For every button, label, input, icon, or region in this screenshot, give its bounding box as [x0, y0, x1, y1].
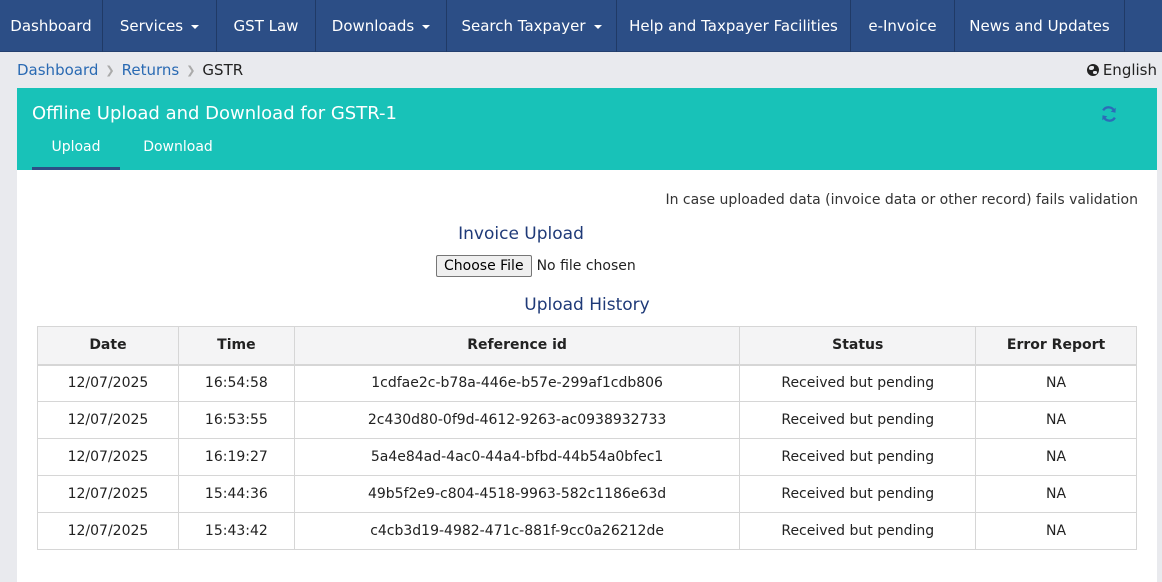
cell-time: 15:43:42 [177, 512, 295, 550]
breadcrumb: Dashboard ❯ Returns ❯ GSTR [17, 61, 243, 79]
upload-panel: Offline Upload and Download for GSTR-1 U… [17, 88, 1157, 582]
nav-help-label: Help and Taxpayer Facilities [629, 17, 838, 35]
cell-error-report: NA [975, 512, 1137, 550]
caret-down-icon [191, 25, 200, 29]
tab-upload[interactable]: Upload [32, 136, 120, 170]
file-input: Choose File No file chosen [436, 255, 636, 277]
column-header-time: Time [177, 326, 295, 365]
nav-services-label: Services [119, 17, 184, 35]
nav-news[interactable]: News and Updates [955, 0, 1125, 52]
nav-downloads[interactable]: Downloads [316, 0, 447, 52]
breadcrumb-returns[interactable]: Returns [122, 61, 180, 79]
cell-date: 12/07/2025 [37, 512, 179, 550]
cell-reference-id: 5a4e84ad-4ac0-44a4-bfbd-44b54a0bfec1 [293, 438, 741, 476]
top-navigation: Dashboard Services GST Law Downloads Sea… [0, 0, 1162, 52]
cell-status: Received but pending [739, 475, 977, 513]
column-header-reference-id: Reference id [293, 326, 741, 365]
cell-error-report: NA [975, 475, 1137, 513]
cell-date: 12/07/2025 [37, 401, 179, 439]
upload-history-table: Date Time Reference id Status Error Repo… [37, 326, 1137, 550]
caret-down-icon [422, 25, 431, 29]
cell-time: 16:19:27 [177, 438, 295, 476]
table-row: 12/07/2025 15:44:36 49b5f2e9-c804-4518-9… [37, 475, 1137, 513]
upload-history-title: Upload History [524, 295, 650, 315]
cell-date: 12/07/2025 [37, 438, 179, 476]
cell-status: Received but pending [739, 512, 977, 550]
cell-status: Received but pending [739, 438, 977, 476]
validation-note: In case uploaded data (invoice data or o… [665, 192, 1138, 208]
table-row: 12/07/2025 16:53:55 2c430d80-0f9d-4612-9… [37, 401, 1137, 439]
nav-help[interactable]: Help and Taxpayer Facilities [617, 0, 851, 52]
nav-dashboard-label: Dashboard [10, 17, 92, 35]
cell-error-report: NA [975, 401, 1137, 439]
cell-error-report: NA [975, 438, 1137, 476]
invoice-upload-title: Invoice Upload [458, 224, 584, 244]
breadcrumb-current: GSTR [202, 61, 244, 79]
cell-reference-id: 1cdfae2c-b78a-446e-b57e-299af1cdb806 [293, 364, 741, 402]
cell-error-report: NA [975, 364, 1137, 402]
language-label: English [1102, 61, 1157, 79]
nav-einvoice[interactable]: e-Invoice [851, 0, 955, 52]
cell-time: 15:44:36 [177, 475, 295, 513]
page-title: Offline Upload and Download for GSTR-1 [32, 103, 397, 124]
cell-reference-id: c4cb3d19-4982-471c-881f-9cc0a26212de [293, 512, 741, 550]
file-status: No file chosen [536, 258, 636, 274]
panel-header: Offline Upload and Download for GSTR-1 U… [17, 88, 1157, 170]
nav-search-taxpayer[interactable]: Search Taxpayer [447, 0, 617, 52]
cell-status: Received but pending [739, 401, 977, 439]
nav-downloads-label: Downloads [331, 17, 415, 35]
cell-reference-id: 2c430d80-0f9d-4612-9263-ac0938932733 [293, 401, 741, 439]
cell-date: 12/07/2025 [37, 475, 179, 513]
table-row: 12/07/2025 16:19:27 5a4e84ad-4ac0-44a4-b… [37, 438, 1137, 476]
globe-icon [1086, 64, 1099, 76]
nav-search-taxpayer-label: Search Taxpayer [461, 17, 586, 35]
table-header-row: Date Time Reference id Status Error Repo… [37, 326, 1137, 365]
cell-reference-id: 49b5f2e9-c804-4518-9963-582c1186e63d [293, 475, 741, 513]
column-header-date: Date [37, 326, 179, 365]
cell-status: Received but pending [739, 364, 977, 402]
choose-file-button[interactable]: Choose File [436, 255, 532, 277]
chevron-right-icon: ❯ [105, 63, 115, 77]
language-selector[interactable]: English [1086, 61, 1157, 79]
nav-services[interactable]: Services [103, 0, 217, 52]
cell-time: 16:54:58 [177, 364, 295, 402]
nav-gst-law[interactable]: GST Law [217, 0, 316, 52]
caret-down-icon [593, 25, 602, 29]
table-row: 12/07/2025 16:54:58 1cdfae2c-b78a-446e-b… [37, 364, 1137, 402]
breadcrumb-dashboard[interactable]: Dashboard [17, 61, 98, 79]
nav-news-label: News and Updates [969, 17, 1110, 35]
table-row: 12/07/2025 15:43:42 c4cb3d19-4982-471c-8… [37, 512, 1137, 550]
nav-einvoice-label: e-Invoice [868, 17, 937, 35]
tab-download[interactable]: Download [129, 136, 227, 170]
column-header-status: Status [739, 326, 977, 365]
refresh-icon[interactable] [1100, 105, 1118, 123]
nav-dashboard[interactable]: Dashboard [0, 0, 103, 52]
nav-gst-law-label: GST Law [233, 17, 299, 35]
cell-date: 12/07/2025 [37, 364, 179, 402]
column-header-error-report: Error Report [975, 326, 1137, 365]
chevron-right-icon: ❯ [186, 63, 196, 77]
cell-time: 16:53:55 [177, 401, 295, 439]
